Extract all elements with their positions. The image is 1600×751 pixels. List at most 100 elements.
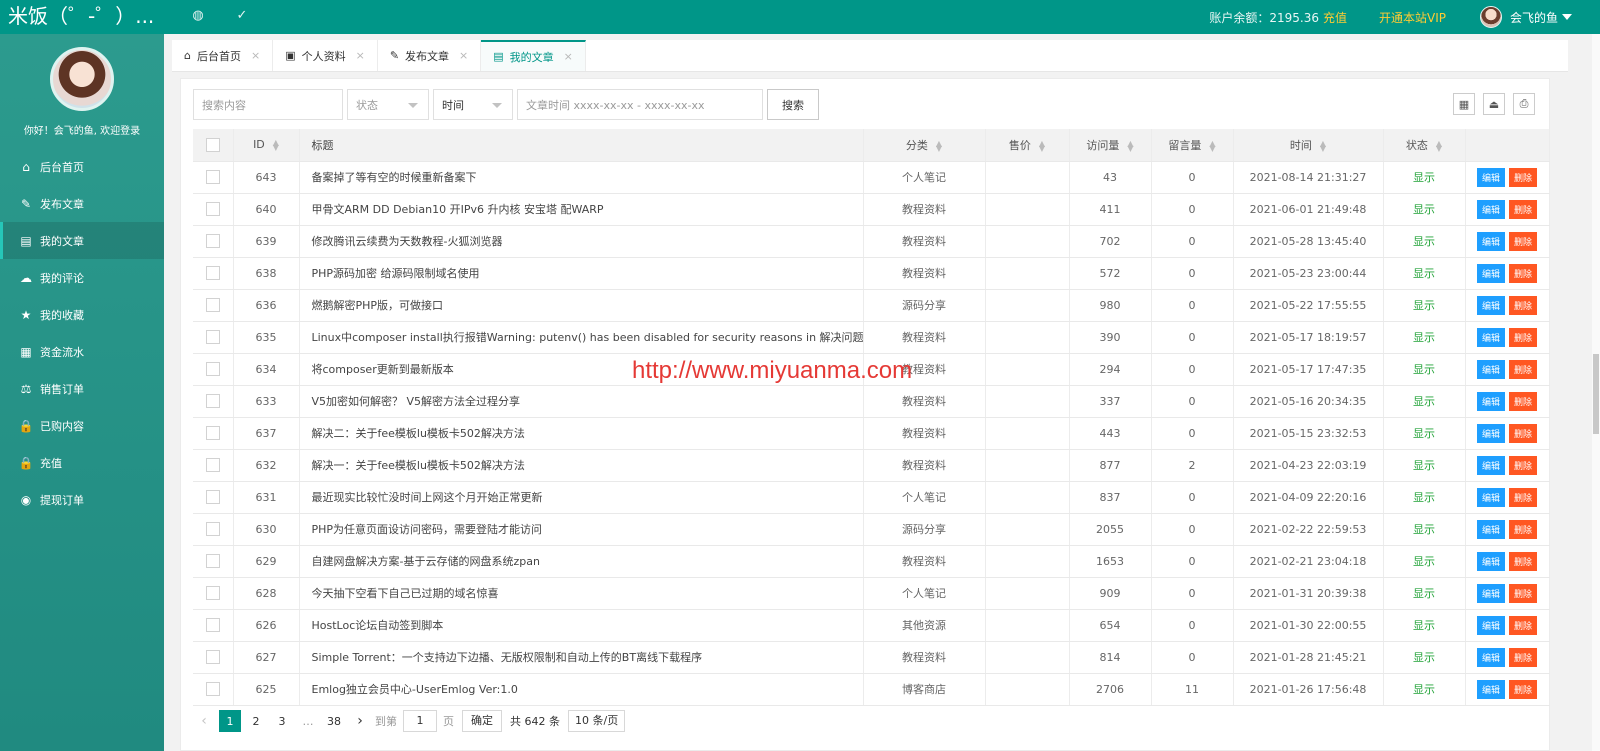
sort-icon[interactable]: ▲ ▼ [1039,139,1045,152]
checkbox[interactable] [205,490,220,504]
status-select[interactable]: 状态 [347,89,429,120]
table-row[interactable]: 632 解决一：关于fee模板lu模板卡502解决方法 教程资料 877 2 2021-0… [193,449,1550,482]
delete-button[interactable]: 删除 [1509,487,1538,507]
row-checkbox[interactable] [193,321,234,354]
edit-button[interactable]: 编辑 [1476,423,1505,443]
cell-title[interactable]: HostLoc论坛自动签到脚本 [299,609,864,642]
edit-button[interactable]: 编辑 [1476,519,1505,539]
checkbox[interactable] [205,682,220,696]
edit-button[interactable]: 编辑 [1476,583,1505,603]
delete-button[interactable]: 删除 [1509,199,1538,219]
checkbox[interactable] [205,458,220,472]
tab[interactable]: ⌂ 后台首页 × [172,40,274,71]
checkbox[interactable] [205,202,220,216]
edit-button[interactable]: 编辑 [1476,679,1505,699]
cell-title[interactable]: PHP为任意页面设访问密码，需要登陆才能访问 [299,513,864,546]
row-checkbox[interactable] [193,257,234,290]
delete-button[interactable]: 删除 [1509,519,1538,539]
column-views[interactable]: 访问量 ▲ ▼ [1069,129,1152,162]
table-row[interactable]: 637 解决二：关于fee模板lu模板卡502解决方法 教程资料 443 0 2021-0… [193,417,1550,450]
page-2[interactable]: 2 [245,710,267,732]
row-checkbox[interactable] [193,417,234,450]
search-input[interactable]: 搜索内容 [193,89,343,120]
scrollbar-thumb[interactable] [1593,354,1599,434]
username[interactable]: 会飞的鱼 [1510,9,1558,26]
checkbox[interactable] [205,170,220,184]
edit-button[interactable]: 编辑 [1476,551,1505,571]
select-all-checkbox[interactable] [193,129,234,162]
row-checkbox[interactable] [193,385,234,418]
table-row[interactable]: 638 PHP源码加密 给源码限制域名使用 教程资料 572 0 2021-05-23 2… [193,257,1550,290]
checkbox[interactable] [205,426,220,440]
row-checkbox[interactable] [193,641,234,674]
column-time[interactable]: 时间 ▲ ▼ [1233,129,1384,162]
cell-title[interactable]: 甲骨文ARM DD Debian10 开IPv6 升内核 安宝塔 配WARP [299,193,864,226]
edit-button[interactable]: 编辑 [1476,263,1505,283]
delete-button[interactable]: 删除 [1509,551,1538,571]
row-checkbox[interactable] [193,545,234,578]
edit-button[interactable]: 编辑 [1476,487,1505,507]
prev-page-button[interactable]: ‹ [193,710,215,732]
delete-button[interactable]: 删除 [1509,231,1538,251]
print-icon[interactable]: ⎙ [1513,93,1535,115]
date-range-input[interactable]: 文章时间 xxxx-xx-xx - xxxx-xx-xx [517,89,763,120]
cell-title[interactable]: 今天抽下空看下自己已过期的域名惊喜 [299,577,864,610]
page-3[interactable]: 3 [271,710,293,732]
delete-button[interactable]: 删除 [1509,359,1538,379]
time-select[interactable]: 时间 [433,89,513,120]
export-icon[interactable]: ⏏ [1483,93,1505,115]
checkbox[interactable] [205,650,220,664]
edit-button[interactable]: 编辑 [1476,615,1505,635]
sidebar-item[interactable]: 🔒 已购内容 [0,407,164,444]
delete-button[interactable]: 删除 [1509,679,1538,699]
delete-button[interactable]: 删除 [1509,391,1538,411]
goto-page-input[interactable]: 1 [403,710,437,732]
sidebar-item[interactable]: ☁ 我的评论 [0,259,164,296]
search-button[interactable]: 搜索 [767,89,819,120]
cell-title[interactable]: 最近现实比较忙没时间上网这个月开始正常更新 [299,481,864,514]
column-price[interactable]: 售价 ▲ ▼ [985,129,1070,162]
sort-icon[interactable]: ▲ ▼ [936,139,942,152]
sort-icon[interactable]: ▲ ▼ [273,139,279,152]
edit-button[interactable]: 编辑 [1476,359,1505,379]
vip-link[interactable]: 开通本站VIP [1379,9,1446,26]
edit-button[interactable]: 编辑 [1476,391,1505,411]
close-icon[interactable]: × [356,49,365,62]
sidebar-item[interactable]: ▦ 资金流水 [0,333,164,370]
delete-button[interactable]: 删除 [1509,615,1538,635]
row-checkbox[interactable] [193,673,234,706]
sidebar-item[interactable]: ⌂ 后台首页 [0,148,164,185]
page-last[interactable]: 38 [323,710,345,732]
table-row[interactable]: 636 燃鹅解密PHP版，可做接口 源码分享 980 0 2021-05-22 17:55… [193,289,1550,322]
recharge-link[interactable]: 充值 [1323,9,1347,26]
table-row[interactable]: 639 修改腾讯云续费为天数教程-火狐浏览器 教程资料 702 0 2021-05-28 … [193,225,1550,258]
columns-icon[interactable]: ▦ [1453,93,1475,115]
edit-button[interactable]: 编辑 [1476,647,1505,667]
chevron-down-icon[interactable] [1562,14,1572,20]
user-avatar[interactable] [1479,6,1502,28]
column-comments[interactable]: 留言量 ▲ ▼ [1151,129,1234,162]
row-checkbox[interactable] [193,193,234,226]
table-row[interactable]: 640 甲骨文ARM DD Debian10 开IPv6 升内核 安宝塔 配WAR… [193,193,1550,226]
goto-confirm-button[interactable]: 确定 [462,710,502,732]
delete-button[interactable]: 删除 [1509,327,1538,347]
profile-avatar[interactable] [50,47,114,111]
sort-icon[interactable]: ▲ ▼ [1209,139,1215,152]
cell-title[interactable]: Emlog独立会员中心-UserEmlog Ver:1.0 [299,673,864,706]
delete-button[interactable]: 删除 [1509,167,1538,187]
table-row[interactable]: 635 Linux中composer install执行报错Warning: pu… [193,321,1550,354]
cell-title[interactable]: Simple Torrent：一个支持边下边播、无版权限制和自动上传的BT离线下… [299,641,864,674]
next-page-button[interactable]: › [349,710,371,732]
sidebar-item[interactable]: ⚖ 销售订单 [0,370,164,407]
checkbox[interactable] [205,618,220,632]
table-row[interactable]: 628 今天抽下空看下自己已过期的域名惊喜 个人笔记 909 0 2021-01-31 2… [193,577,1550,610]
page-size-select[interactable]: 10 条/页 [568,710,626,732]
delete-button[interactable]: 删除 [1509,647,1538,667]
row-checkbox[interactable] [193,609,234,642]
column-id[interactable]: ID ▲ ▼ [233,129,300,162]
cell-title[interactable]: 修改腾讯云续费为天数教程-火狐浏览器 [299,225,864,258]
tab[interactable]: ▤ 我的文章 × [481,40,586,71]
row-checkbox[interactable] [193,513,234,546]
sidebar-item[interactable]: ◉ 提现订单 [0,481,164,518]
site-logo[interactable]: 米饭（゜-゜）... [8,1,154,31]
